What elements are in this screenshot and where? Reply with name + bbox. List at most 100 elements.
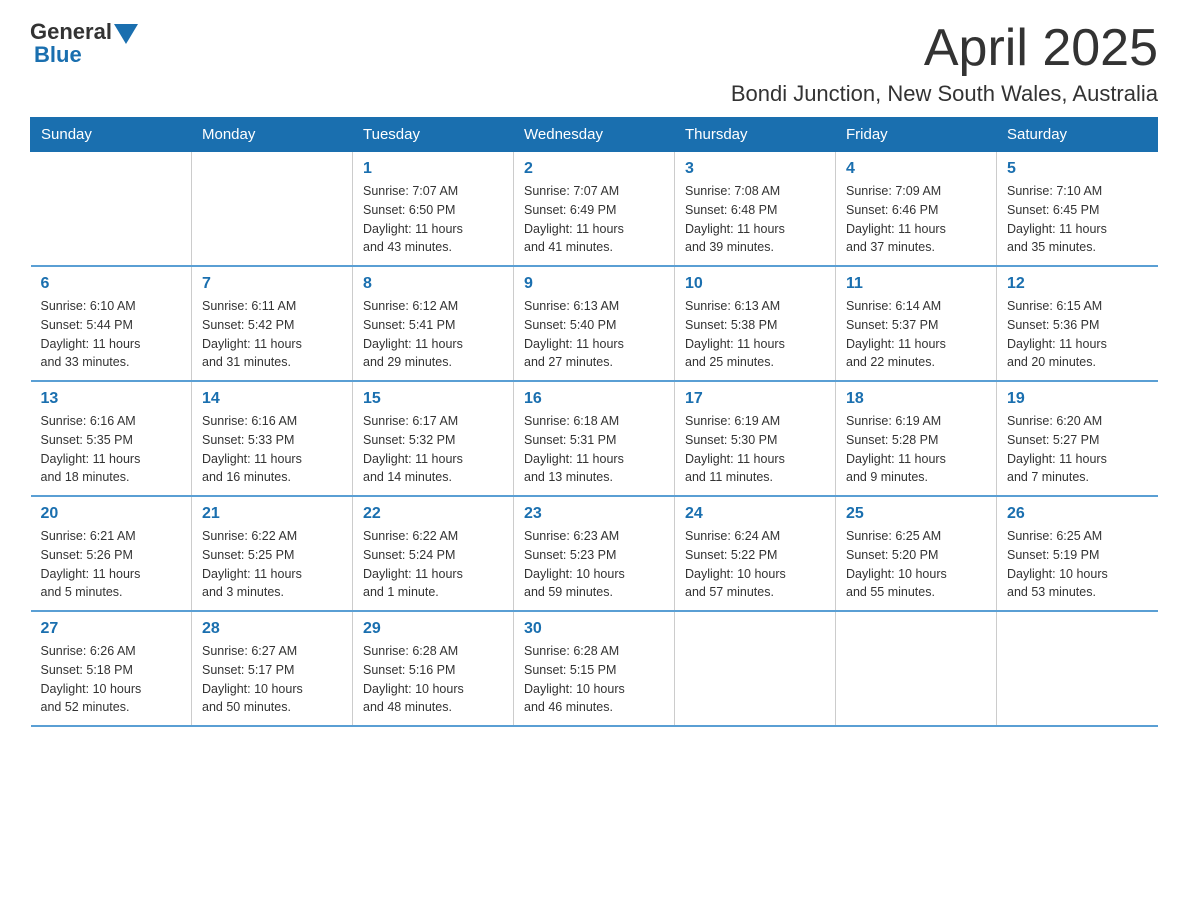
- calendar-cell: [192, 152, 353, 267]
- location-title: Bondi Junction, New South Wales, Austral…: [731, 81, 1158, 107]
- calendar-cell: 10Sunrise: 6:13 AMSunset: 5:38 PMDayligh…: [675, 266, 836, 381]
- weekday-header-sunday: Sunday: [31, 118, 192, 152]
- logo-triangle-icon: [114, 24, 138, 44]
- calendar-cell: 13Sunrise: 6:16 AMSunset: 5:35 PMDayligh…: [31, 381, 192, 496]
- calendar-cell: 26 Sunrise: 6:25 AMSunset: 5:19 PMDayligh…: [997, 496, 1158, 611]
- calendar-cell: 19 Sunrise: 6:20 AMSunset: 5:27 PMDayligh…: [997, 381, 1158, 496]
- day-info: Sunrise: 6:16 AMSunset: 5:35 PMDaylight:…: [41, 412, 182, 487]
- day-info: Sunrise: 6:14 AMSunset: 5:37 PMDaylight:…: [846, 297, 986, 372]
- weekday-header-monday: Monday: [192, 118, 353, 152]
- calendar-cell: 9 Sunrise: 6:13 AMSunset: 5:40 PMDaylight…: [514, 266, 675, 381]
- calendar-cell: 21Sunrise: 6:22 AMSunset: 5:25 PMDayligh…: [192, 496, 353, 611]
- day-info: Sunrise: 6:28 AMSunset: 5:15 PMDaylight:…: [524, 642, 664, 717]
- day-number: 30: [524, 620, 664, 638]
- day-info: Sunrise: 7:08 AMSunset: 6:48 PMDaylight:…: [685, 182, 825, 257]
- logo: General Blue: [30, 20, 138, 66]
- calendar-cell: 1Sunrise: 7:07 AMSunset: 6:50 PMDaylight…: [353, 152, 514, 267]
- day-number: 5: [1007, 160, 1148, 178]
- calendar-cell: 23 Sunrise: 6:23 AMSunset: 5:23 PMDayligh…: [514, 496, 675, 611]
- day-number: 14: [202, 390, 342, 408]
- day-number: 2: [524, 160, 664, 178]
- calendar-table: SundayMondayTuesdayWednesdayThursdayFrid…: [30, 117, 1158, 727]
- calendar-week-row: 27 Sunrise: 6:26 AMSunset: 5:18 PMDayligh…: [31, 611, 1158, 726]
- calendar-cell: 11 Sunrise: 6:14 AMSunset: 5:37 PMDayligh…: [836, 266, 997, 381]
- calendar-week-row: 13Sunrise: 6:16 AMSunset: 5:35 PMDayligh…: [31, 381, 1158, 496]
- day-info: Sunrise: 6:25 AMSunset: 5:19 PMDaylight:…: [1007, 527, 1148, 602]
- day-number: 27: [41, 620, 182, 638]
- day-number: 9: [524, 275, 664, 293]
- calendar-cell: 20 Sunrise: 6:21 AMSunset: 5:26 PMDayligh…: [31, 496, 192, 611]
- day-number: 28: [202, 620, 342, 638]
- calendar-cell: 18 Sunrise: 6:19 AMSunset: 5:28 PMDayligh…: [836, 381, 997, 496]
- calendar-header: SundayMondayTuesdayWednesdayThursdayFrid…: [31, 118, 1158, 152]
- day-info: Sunrise: 6:16 AMSunset: 5:33 PMDaylight:…: [202, 412, 342, 487]
- day-info: Sunrise: 6:25 AMSunset: 5:20 PMDaylight:…: [846, 527, 986, 602]
- day-number: 15: [363, 390, 503, 408]
- day-info: Sunrise: 6:19 AMSunset: 5:28 PMDaylight:…: [846, 412, 986, 487]
- logo-blue: Blue: [34, 44, 138, 66]
- weekday-header-friday: Friday: [836, 118, 997, 152]
- calendar-cell: 17 Sunrise: 6:19 AMSunset: 5:30 PMDayligh…: [675, 381, 836, 496]
- day-info: Sunrise: 6:15 AMSunset: 5:36 PMDaylight:…: [1007, 297, 1148, 372]
- calendar-cell: [31, 152, 192, 267]
- day-info: Sunrise: 6:21 AMSunset: 5:26 PMDaylight:…: [41, 527, 182, 602]
- day-info: Sunrise: 6:10 AMSunset: 5:44 PMDaylight:…: [41, 297, 182, 372]
- day-info: Sunrise: 6:23 AMSunset: 5:23 PMDaylight:…: [524, 527, 664, 602]
- calendar-cell: 29 Sunrise: 6:28 AMSunset: 5:16 PMDayligh…: [353, 611, 514, 726]
- month-title: April 2025: [731, 20, 1158, 77]
- day-info: Sunrise: 6:18 AMSunset: 5:31 PMDaylight:…: [524, 412, 664, 487]
- day-info: Sunrise: 7:07 AMSunset: 6:49 PMDaylight:…: [524, 182, 664, 257]
- day-number: 22: [363, 505, 503, 523]
- day-number: 7: [202, 275, 342, 293]
- day-info: Sunrise: 6:26 AMSunset: 5:18 PMDaylight:…: [41, 642, 182, 717]
- calendar-cell: 8Sunrise: 6:12 AMSunset: 5:41 PMDaylight…: [353, 266, 514, 381]
- calendar-cell: 14 Sunrise: 6:16 AMSunset: 5:33 PMDayligh…: [192, 381, 353, 496]
- day-number: 23: [524, 505, 664, 523]
- day-info: Sunrise: 6:11 AMSunset: 5:42 PMDaylight:…: [202, 297, 342, 372]
- day-number: 8: [363, 275, 503, 293]
- day-number: 20: [41, 505, 182, 523]
- calendar-cell: 6 Sunrise: 6:10 AMSunset: 5:44 PMDaylight…: [31, 266, 192, 381]
- day-number: 25: [846, 505, 986, 523]
- weekday-header-row: SundayMondayTuesdayWednesdayThursdayFrid…: [31, 118, 1158, 152]
- calendar-cell: 7 Sunrise: 6:11 AMSunset: 5:42 PMDaylight…: [192, 266, 353, 381]
- day-info: Sunrise: 6:17 AMSunset: 5:32 PMDaylight:…: [363, 412, 503, 487]
- calendar-cell: 15 Sunrise: 6:17 AMSunset: 5:32 PMDayligh…: [353, 381, 514, 496]
- day-number: 6: [41, 275, 182, 293]
- calendar-cell: [997, 611, 1158, 726]
- calendar-cell: 12 Sunrise: 6:15 AMSunset: 5:36 PMDayligh…: [997, 266, 1158, 381]
- day-number: 17: [685, 390, 825, 408]
- calendar-cell: 30 Sunrise: 6:28 AMSunset: 5:15 PMDayligh…: [514, 611, 675, 726]
- day-info: Sunrise: 6:24 AMSunset: 5:22 PMDaylight:…: [685, 527, 825, 602]
- day-number: 26: [1007, 505, 1148, 523]
- day-number: 11: [846, 275, 986, 293]
- day-info: Sunrise: 6:28 AMSunset: 5:16 PMDaylight:…: [363, 642, 503, 717]
- calendar-cell: 3 Sunrise: 7:08 AMSunset: 6:48 PMDaylight…: [675, 152, 836, 267]
- day-number: 3: [685, 160, 825, 178]
- day-info: Sunrise: 6:20 AMSunset: 5:27 PMDaylight:…: [1007, 412, 1148, 487]
- calendar-cell: 27 Sunrise: 6:26 AMSunset: 5:18 PMDayligh…: [31, 611, 192, 726]
- calendar-cell: 25 Sunrise: 6:25 AMSunset: 5:20 PMDayligh…: [836, 496, 997, 611]
- day-info: Sunrise: 6:22 AMSunset: 5:24 PMDaylight:…: [363, 527, 503, 602]
- day-number: 19: [1007, 390, 1148, 408]
- day-number: 29: [363, 620, 503, 638]
- day-number: 10: [685, 275, 825, 293]
- day-info: Sunrise: 7:07 AMSunset: 6:50 PMDaylight:…: [363, 182, 503, 257]
- calendar-cell: 16 Sunrise: 6:18 AMSunset: 5:31 PMDayligh…: [514, 381, 675, 496]
- logo-general: General: [30, 21, 112, 43]
- day-info: Sunrise: 6:22 AMSunset: 5:25 PMDaylight:…: [202, 527, 342, 602]
- day-info: Sunrise: 6:13 AMSunset: 5:40 PMDaylight:…: [524, 297, 664, 372]
- day-number: 12: [1007, 275, 1148, 293]
- page-header: General Blue April 2025 Bondi Junction, …: [30, 20, 1158, 107]
- day-info: Sunrise: 6:27 AMSunset: 5:17 PMDaylight:…: [202, 642, 342, 717]
- calendar-cell: 28 Sunrise: 6:27 AMSunset: 5:17 PMDayligh…: [192, 611, 353, 726]
- day-info: Sunrise: 7:09 AMSunset: 6:46 PMDaylight:…: [846, 182, 986, 257]
- day-number: 18: [846, 390, 986, 408]
- calendar-cell: 4Sunrise: 7:09 AMSunset: 6:46 PMDaylight…: [836, 152, 997, 267]
- calendar-week-row: 1Sunrise: 7:07 AMSunset: 6:50 PMDaylight…: [31, 152, 1158, 267]
- day-number: 16: [524, 390, 664, 408]
- calendar-cell: 24Sunrise: 6:24 AMSunset: 5:22 PMDayligh…: [675, 496, 836, 611]
- weekday-header-tuesday: Tuesday: [353, 118, 514, 152]
- day-info: Sunrise: 6:19 AMSunset: 5:30 PMDaylight:…: [685, 412, 825, 487]
- calendar-cell: 22 Sunrise: 6:22 AMSunset: 5:24 PMDayligh…: [353, 496, 514, 611]
